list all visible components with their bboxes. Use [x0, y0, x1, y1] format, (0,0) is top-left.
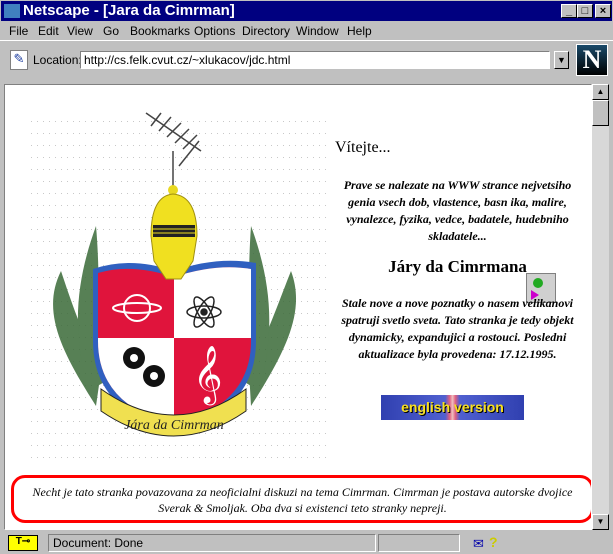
menu-file[interactable]: File [9, 24, 28, 38]
treble-clef-icon: 𝄞 [193, 345, 223, 406]
menu-directory[interactable]: Directory [242, 24, 290, 38]
welcome-heading: Vítejte... [335, 139, 391, 156]
update-text: Stale nove a nove poznatky o nasem velik… [341, 296, 574, 361]
location-input[interactable]: http://cs.felk.cvut.cz/~xlukacov/jdc.htm… [80, 51, 550, 69]
cimrman-crest: 𝄞 Jára da Cimrman [31, 112, 331, 459]
status-text: Document: Done [48, 534, 376, 552]
help-icon[interactable]: ? [489, 534, 498, 550]
status-bar: T⊸ Document: Done ✉ ? [0, 532, 613, 554]
progress-pane [378, 534, 460, 552]
menu-bookmarks[interactable]: Bookmarks [130, 24, 190, 38]
minimize-button[interactable]: _ [561, 4, 577, 18]
title-bar: Netscape - [Jara da Cimrman] _ □ × [0, 0, 613, 22]
menu-edit[interactable]: Edit [38, 24, 59, 38]
menu-bar: File Edit View Go Bookmarks Options Dire… [0, 22, 613, 40]
menu-go[interactable]: Go [103, 24, 119, 38]
menu-view[interactable]: View [67, 24, 93, 38]
menu-help[interactable]: Help [347, 24, 372, 38]
disclaimer-box: Necht je tato stranka povazovana za neof… [11, 475, 591, 523]
netscape-app-icon [4, 4, 20, 18]
menu-options[interactable]: Options [194, 24, 235, 38]
crest-banner-text: Jára da Cimrman [124, 418, 224, 433]
scroll-up-button[interactable]: ▲ [592, 84, 609, 100]
close-button[interactable]: × [595, 4, 611, 18]
mail-icon[interactable]: ✉ [473, 536, 484, 552]
maximize-button[interactable]: □ [577, 4, 593, 18]
security-key-icon[interactable]: T⊸ [8, 535, 38, 551]
english-version-button[interactable]: english version [381, 395, 524, 420]
menu-window[interactable]: Window [296, 24, 339, 38]
page-content: 𝄞 Jára da Cimrman Vítejte... Prave se na… [4, 84, 592, 530]
intro-text: Prave se nalezate na WWW strance nejvets… [343, 178, 572, 243]
netscape-logo[interactable]: N [576, 44, 608, 76]
location-dropdown-button[interactable]: ▼ [554, 51, 569, 69]
bookmark-page-icon[interactable]: ✎ [10, 50, 28, 70]
vertical-scrollbar[interactable]: ▲ ▼ [592, 84, 609, 530]
location-label: Location: [33, 53, 82, 67]
planet-icon [123, 294, 151, 322]
window-title: Netscape - [Jara da Cimrman] [23, 2, 235, 19]
scroll-down-button[interactable]: ▼ [592, 514, 609, 530]
scroll-thumb[interactable] [592, 100, 609, 126]
